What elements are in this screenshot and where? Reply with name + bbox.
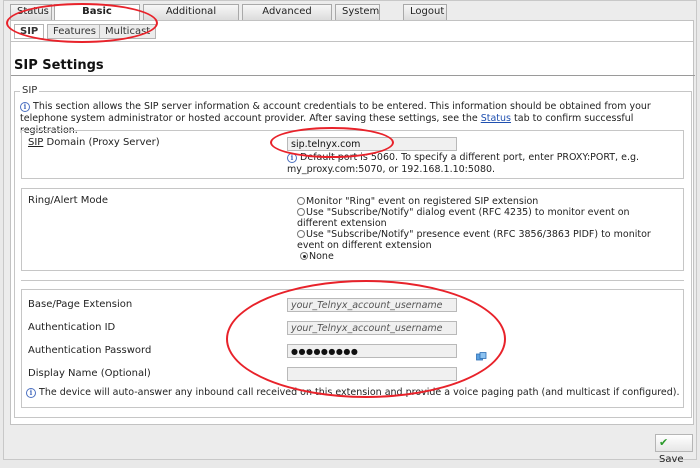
section-divider bbox=[21, 280, 684, 281]
save-button[interactable]: ✔ Save bbox=[655, 434, 693, 465]
auth-password-input[interactable]: ●●●●●●●●● bbox=[287, 344, 457, 358]
auto-answer-note: i The device will auto-answer any inboun… bbox=[26, 387, 681, 399]
info-icon: i bbox=[287, 152, 297, 163]
sip-domain-box: SIP Domain (Proxy Server) sip.telnyx.com… bbox=[21, 130, 684, 179]
ring-option-dialog-event[interactable]: Use "Subscribe/Notify" dialog event (RFC… bbox=[297, 207, 657, 229]
tab-logout[interactable]: Logout bbox=[403, 4, 447, 20]
ring-option-label: Monitor "Ring" event on registered SIP e… bbox=[306, 196, 539, 207]
ring-mode-box: Ring/Alert Mode Monitor "Ring" event on … bbox=[21, 188, 684, 271]
tab-status[interactable]: Status bbox=[10, 4, 52, 20]
auth-id-input[interactable]: your_Telnyx_account_username bbox=[287, 321, 457, 335]
auth-id-label: Authentication ID bbox=[28, 322, 116, 333]
base-extension-label: Base/Page Extension bbox=[28, 299, 133, 310]
ring-option-presence-event[interactable]: Use "Subscribe/Notify" presence event (R… bbox=[297, 229, 657, 251]
fieldset-legend: SIP bbox=[20, 85, 40, 96]
sip-abbr: SIP bbox=[28, 137, 44, 148]
sip-fieldset: SIP i This section allows the SIP server… bbox=[14, 85, 692, 418]
radio-icon[interactable] bbox=[297, 197, 305, 205]
ring-option-monitor-ring[interactable]: Monitor "Ring" event on registered SIP e… bbox=[297, 196, 657, 207]
sip-domain-label: SIP Domain (Proxy Server) bbox=[28, 137, 160, 148]
sub-tab-bar: SIP Features Multicast bbox=[10, 20, 694, 42]
account-box: Base/Page Extension your_Telnyx_account_… bbox=[21, 289, 684, 408]
subtab-sip[interactable]: SIP bbox=[14, 24, 45, 39]
display-name-input[interactable] bbox=[287, 367, 457, 381]
app-frame: Status Basic Settings Additional Feature… bbox=[3, 0, 697, 465]
sip-domain-hint-text: Default port is 5060. To specify a diffe… bbox=[287, 152, 640, 175]
tab-advanced-settings[interactable]: Advanced Settings bbox=[242, 4, 332, 31]
radio-icon[interactable] bbox=[297, 208, 305, 216]
display-name-label: Display Name (Optional) bbox=[28, 368, 151, 379]
save-label: Save bbox=[659, 454, 684, 465]
ring-option-none[interactable]: None bbox=[297, 251, 657, 262]
auto-answer-note-text: The device will auto-answer any inbound … bbox=[39, 387, 680, 398]
subtab-features[interactable]: Features bbox=[47, 24, 102, 39]
ring-option-label: Use "Subscribe/Notify" dialog event (RFC… bbox=[297, 207, 630, 229]
title-divider bbox=[11, 75, 695, 76]
key-icon[interactable] bbox=[476, 352, 487, 362]
radio-icon[interactable] bbox=[297, 230, 305, 238]
page-title: SIP Settings bbox=[14, 58, 104, 73]
sip-domain-label-rest: Domain (Proxy Server) bbox=[43, 137, 160, 148]
sip-domain-input[interactable]: sip.telnyx.com bbox=[287, 137, 457, 151]
ring-option-label: None bbox=[309, 251, 334, 262]
status-link[interactable]: Status bbox=[481, 113, 511, 124]
ring-option-label: Use "Subscribe/Notify" presence event (R… bbox=[297, 229, 651, 251]
auth-password-label: Authentication Password bbox=[28, 345, 152, 356]
base-extension-input[interactable]: your_Telnyx_account_username bbox=[287, 298, 457, 312]
tab-system[interactable]: System bbox=[335, 4, 380, 20]
tab-additional-features[interactable]: Additional Features bbox=[143, 4, 239, 31]
content-panel: SIP Settings SIP i This section allows t… bbox=[10, 42, 695, 425]
ring-mode-options: Monitor "Ring" event on registered SIP e… bbox=[297, 196, 657, 262]
ring-mode-label: Ring/Alert Mode bbox=[28, 195, 109, 206]
checkmark-icon: ✔ bbox=[659, 436, 669, 449]
tab-basic-settings[interactable]: Basic Settings bbox=[54, 4, 140, 31]
sip-domain-hint: i Default port is 5060. To specify a dif… bbox=[287, 152, 677, 176]
subtab-multicast[interactable]: Multicast bbox=[99, 24, 157, 39]
radio-selected-icon[interactable] bbox=[300, 252, 308, 260]
info-icon: i bbox=[26, 387, 36, 398]
info-icon: i bbox=[20, 101, 30, 112]
